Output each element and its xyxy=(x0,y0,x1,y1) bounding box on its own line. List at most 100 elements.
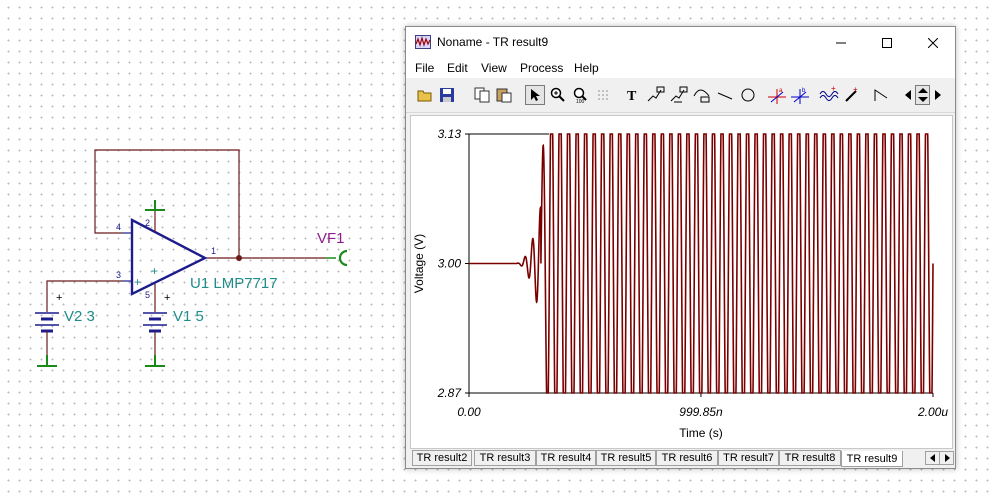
scroll-left-button[interactable] xyxy=(901,85,914,105)
close-button[interactable] xyxy=(910,27,956,58)
pointer-icon xyxy=(531,89,540,101)
maximize-icon xyxy=(882,37,892,48)
zoom-100-icon: 100 xyxy=(573,87,587,103)
transient-chart: 3.13 3.00 2.87 0.00 999.85n 2.00u Time (s) Volt… xyxy=(412,127,948,440)
scroll-right-icon xyxy=(934,90,941,100)
scroll-left-icon xyxy=(904,90,911,100)
grid-icon xyxy=(598,90,608,100)
x-axis-label: Time (s) xyxy=(679,426,723,440)
paste-icon xyxy=(496,88,512,103)
wires xyxy=(46,149,325,300)
cursor-a-button[interactable]: a xyxy=(767,85,787,105)
curve-label-2-button[interactable] xyxy=(669,85,689,105)
scroll-right-button[interactable] xyxy=(931,85,944,105)
svg-text:+: + xyxy=(831,86,836,93)
opamp-pin-4: 4 xyxy=(116,222,121,232)
scroll-left-icon xyxy=(929,454,935,462)
zoom-100-button[interactable]: 100 xyxy=(571,85,591,105)
opamp-pin-2: 2 xyxy=(145,218,150,228)
menu-bar: File Edit View Process Help xyxy=(406,58,955,78)
svg-text:T: T xyxy=(627,89,637,103)
tabs-scroll-right-button[interactable] xyxy=(939,451,954,465)
line-icon xyxy=(717,92,733,100)
tab-tr-result3[interactable]: TR result3 xyxy=(474,450,536,466)
minimize-icon xyxy=(836,42,846,43)
scroll-updown-icon xyxy=(917,88,928,102)
curve-label-button[interactable] xyxy=(646,85,666,105)
menu-process[interactable]: Process xyxy=(520,61,563,75)
minimize-button[interactable] xyxy=(818,27,864,58)
close-icon xyxy=(928,37,938,48)
step-button[interactable] xyxy=(871,85,891,105)
opamp-plus-sign: + xyxy=(151,264,158,278)
text-button[interactable]: T xyxy=(623,85,643,105)
menu-help[interactable]: Help xyxy=(574,61,599,75)
select-button[interactable] xyxy=(525,85,545,105)
save-button[interactable] xyxy=(437,85,457,105)
menu-view[interactable]: View xyxy=(481,61,507,75)
tab-tr-result5[interactable]: TR result5 xyxy=(596,450,656,466)
cursor-b-button[interactable]: b xyxy=(790,85,810,105)
waveform-icon: + xyxy=(819,86,839,101)
v1-plus-sign: + xyxy=(164,292,170,304)
v1-battery-symbol[interactable] xyxy=(143,300,167,355)
voltage-trace xyxy=(469,133,934,394)
line-button[interactable] xyxy=(715,85,735,105)
opamp-pin-3: 3 xyxy=(116,270,121,280)
toolbar: 100 T a b + + xyxy=(406,78,955,113)
copy-button[interactable] xyxy=(472,85,492,105)
ground-icon xyxy=(145,200,165,211)
menu-file[interactable]: File xyxy=(415,61,434,75)
plot-area[interactable]: 3.13 3.00 2.87 0.00 999.85n 2.00u Time (s) Volt… xyxy=(410,115,953,449)
schematic-canvas: 4 3 2 5 1 + + U1 LMP7717 + V2 3 + V1 5 V… xyxy=(35,149,348,367)
tabs-scroll-left-button[interactable] xyxy=(925,451,940,465)
tab-tr-result7[interactable]: TR result7 xyxy=(718,450,779,466)
title-bar[interactable]: Noname - TR result9 xyxy=(406,27,955,58)
probe-label: VF1 xyxy=(317,230,345,247)
x-tick-label: 2.00u xyxy=(917,405,948,419)
circle-icon xyxy=(741,88,755,102)
tab-tr-result8[interactable]: TR result8 xyxy=(779,450,841,466)
copy-icon xyxy=(474,87,490,103)
cursor-a-icon: a xyxy=(768,88,786,104)
grid-button[interactable] xyxy=(594,85,614,105)
zoom-in-button[interactable] xyxy=(548,85,568,105)
tab-tr-result6[interactable]: TR result6 xyxy=(656,450,718,466)
wire-junction xyxy=(236,255,242,261)
maximize-button[interactable] xyxy=(864,27,910,58)
v2-battery-symbol[interactable] xyxy=(35,300,59,355)
curve-label-icon xyxy=(647,86,665,102)
open-folder-icon xyxy=(417,90,432,102)
ground-icon xyxy=(37,355,57,367)
y-axis-label: Voltage (V) xyxy=(412,234,426,293)
curve-label-3-icon xyxy=(693,89,710,103)
zoom-in-icon xyxy=(550,87,565,102)
oscilloscope-icon xyxy=(415,35,431,49)
svg-text:+: + xyxy=(853,86,858,94)
v1-label: V1 5 xyxy=(173,308,204,325)
cursor-b-icon: b xyxy=(791,88,809,104)
v2-label: V2 3 xyxy=(64,308,95,325)
scroll-updown-button[interactable] xyxy=(915,85,930,105)
scroll-right-icon xyxy=(944,454,950,462)
y-tick-label: 3.00 xyxy=(438,257,462,271)
curve-label-2-icon xyxy=(670,86,688,103)
waveform-button[interactable]: + xyxy=(819,85,839,105)
y-tick-label: 2.87 xyxy=(437,386,463,400)
opamp-pin-1: 1 xyxy=(211,246,216,256)
x-tick-label: 0.00 xyxy=(457,405,481,419)
open-button[interactable] xyxy=(415,85,435,105)
paste-button[interactable] xyxy=(494,85,514,105)
x-tick-label: 999.85n xyxy=(679,405,723,419)
opamp-pin-5: 5 xyxy=(145,290,150,300)
opamp-name-label: U1 LMP7717 xyxy=(190,275,278,292)
circle-button[interactable] xyxy=(738,85,758,105)
result-tabs: TR result2 TR result3 TR result4 TR resu… xyxy=(410,449,954,467)
probe-pen-button[interactable]: + xyxy=(842,85,862,105)
curve-label-3-button[interactable] xyxy=(692,85,712,105)
menu-edit[interactable]: Edit xyxy=(447,61,468,75)
tab-tr-result9[interactable]: TR result9 xyxy=(841,451,903,467)
tab-tr-result2[interactable]: TR result2 xyxy=(412,450,472,466)
voltage-probe-icon[interactable] xyxy=(325,249,348,267)
tab-tr-result4[interactable]: TR result4 xyxy=(536,450,596,466)
